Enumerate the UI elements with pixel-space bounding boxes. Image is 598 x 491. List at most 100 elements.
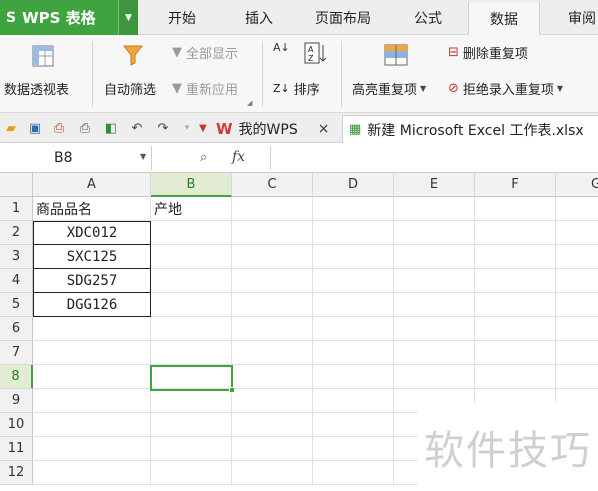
cell-c9[interactable]	[232, 389, 313, 413]
cell-b4[interactable]	[151, 269, 232, 293]
cell-d1[interactable]	[313, 197, 394, 221]
cell-c1[interactable]	[232, 197, 313, 221]
tab-review[interactable]: 审阅	[552, 0, 598, 35]
close-icon[interactable]: ×	[318, 121, 330, 137]
cell-b11[interactable]	[151, 437, 232, 461]
export-pdf-icon[interactable]: ⎙	[50, 119, 68, 137]
column-header-f[interactable]: F	[475, 173, 556, 197]
cell-g4[interactable]	[556, 269, 598, 293]
tab-formula[interactable]: 公式	[394, 0, 462, 35]
column-header-g[interactable]: G	[556, 173, 598, 197]
cell-a12[interactable]	[33, 461, 151, 485]
cell-f4[interactable]	[475, 269, 556, 293]
cell-g7[interactable]	[556, 341, 598, 365]
column-header-d[interactable]: D	[313, 173, 394, 197]
remove-duplicates-button[interactable]: ⊟ 删除重复项	[448, 43, 528, 62]
cell-e4[interactable]	[394, 269, 475, 293]
cell-f6[interactable]	[475, 317, 556, 341]
cell-f8[interactable]	[475, 365, 556, 389]
cell-d8[interactable]	[313, 365, 394, 389]
cell-c12[interactable]	[232, 461, 313, 485]
row-header-3[interactable]: 3	[0, 245, 33, 269]
cell-b7[interactable]	[151, 341, 232, 365]
cell-e2[interactable]	[394, 221, 475, 245]
cell-c7[interactable]	[232, 341, 313, 365]
cell-d12[interactable]	[313, 461, 394, 485]
cell-a3[interactable]: SXC125	[33, 245, 151, 269]
cell-a11[interactable]	[33, 437, 151, 461]
cell-c6[interactable]	[232, 317, 313, 341]
dialog-launcher-icon[interactable]: ◢	[247, 99, 252, 107]
formula-input[interactable]	[270, 146, 598, 170]
reapply-button[interactable]: ▼ 重新应用	[172, 79, 238, 98]
sort-button[interactable]: Z↓ 排序	[273, 79, 320, 98]
row-header-1[interactable]: 1	[0, 197, 33, 221]
cell-e8[interactable]	[394, 365, 475, 389]
cell-d9[interactable]	[313, 389, 394, 413]
cell-e1[interactable]	[394, 197, 475, 221]
name-box[interactable]: B8	[0, 146, 152, 170]
row-header-10[interactable]: 10	[0, 413, 33, 437]
cell-c2[interactable]	[232, 221, 313, 245]
cell-a2[interactable]: XDC012	[33, 221, 151, 245]
undo-icon[interactable]: ↶	[128, 119, 146, 137]
row-header-5[interactable]: 5	[0, 293, 33, 317]
select-all-corner[interactable]	[0, 173, 33, 197]
reject-duplicates-button[interactable]: ⊘ 拒绝录入重复项 ▼	[448, 79, 563, 98]
print-icon[interactable]: ⎙	[76, 119, 94, 137]
cell-f5[interactable]	[475, 293, 556, 317]
cell-f2[interactable]	[475, 221, 556, 245]
tab-home[interactable]: 开始	[148, 0, 216, 35]
cell-f1[interactable]	[475, 197, 556, 221]
tab-workbook[interactable]: ▦ 新建 Microsoft Excel 工作表.xlsx	[342, 115, 598, 143]
cell-b10[interactable]	[151, 413, 232, 437]
redo-icon[interactable]: ↷	[154, 119, 172, 137]
cell-a1[interactable]: 商品品名	[33, 197, 151, 221]
cell-a7[interactable]	[33, 341, 151, 365]
pivot-table-button[interactable]: 数据透视表	[4, 79, 69, 98]
cell-a9[interactable]	[33, 389, 151, 413]
cell-c3[interactable]	[232, 245, 313, 269]
cell-g2[interactable]	[556, 221, 598, 245]
cell-g6[interactable]	[556, 317, 598, 341]
row-header-6[interactable]: 6	[0, 317, 33, 341]
chevron-down-icon[interactable]: ▼	[140, 152, 146, 161]
cell-c10[interactable]	[232, 413, 313, 437]
cell-e7[interactable]	[394, 341, 475, 365]
sort-az-icon[interactable]: A Z	[302, 41, 328, 65]
cell-b5[interactable]	[151, 293, 232, 317]
row-header-2[interactable]: 2	[0, 221, 33, 245]
cell-d3[interactable]	[313, 245, 394, 269]
cell-d6[interactable]	[313, 317, 394, 341]
highlight-duplicates-button[interactable]: 高亮重复项 ▼	[352, 79, 426, 98]
autofilter-button[interactable]: 自动筛选	[104, 79, 156, 98]
cell-b12[interactable]	[151, 461, 232, 485]
cell-b6[interactable]	[151, 317, 232, 341]
cell-f3[interactable]	[475, 245, 556, 269]
fx-icon[interactable]: fx	[232, 149, 245, 165]
cell-e6[interactable]	[394, 317, 475, 341]
tab-my-wps[interactable]: W 我的WPS ×	[216, 115, 329, 143]
column-header-e[interactable]: E	[394, 173, 475, 197]
cell-g5[interactable]	[556, 293, 598, 317]
row-header-8[interactable]: 8	[0, 365, 33, 389]
cell-c8[interactable]	[232, 365, 313, 389]
active-cell-b8[interactable]	[150, 365, 233, 391]
fill-handle[interactable]	[229, 387, 235, 393]
cell-b9[interactable]	[151, 389, 232, 413]
column-header-c[interactable]: C	[232, 173, 313, 197]
cell-c4[interactable]	[232, 269, 313, 293]
cell-e3[interactable]	[394, 245, 475, 269]
tab-insert[interactable]: 插入	[226, 0, 292, 35]
cell-g8[interactable]	[556, 365, 598, 389]
column-header-b[interactable]: B	[151, 173, 232, 197]
cell-a6[interactable]	[33, 317, 151, 341]
tab-data[interactable]: 数据	[468, 2, 540, 36]
customize-toolbar-icon[interactable]: ▼	[194, 119, 212, 137]
cell-b1[interactable]: 产地	[151, 197, 232, 221]
cell-a10[interactable]	[33, 413, 151, 437]
cell-d10[interactable]	[313, 413, 394, 437]
print-preview-icon[interactable]: ◧	[102, 119, 120, 137]
cell-a4[interactable]: SDG257	[33, 269, 151, 293]
row-header-9[interactable]: 9	[0, 389, 33, 413]
